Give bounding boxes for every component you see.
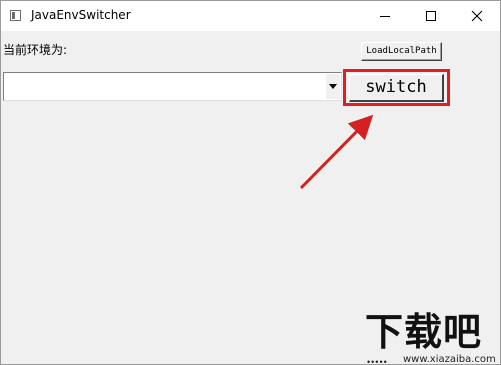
- watermark-dots: •••••: [367, 357, 388, 365]
- title-bar[interactable]: JavaEnvSwitcher: [1, 1, 500, 31]
- minimize-button[interactable]: [362, 1, 408, 31]
- watermark-url: www.xiazaiba.com: [403, 354, 496, 365]
- close-icon: [471, 10, 483, 22]
- app-icon: [10, 10, 21, 21]
- main-panel: 当前环境为: LoadLocalPath switch 下载吧 ••••• ww…: [1, 31, 500, 364]
- app-window: JavaEnvSwitcher 当前环境为: LoadLocalPath swi…: [0, 0, 501, 365]
- watermark-logo: 下载吧 ••••• www.xiazaiba.com: [359, 310, 499, 364]
- window-title: JavaEnvSwitcher: [31, 8, 131, 22]
- watermark-text: 下载吧: [365, 310, 483, 354]
- maximize-button[interactable]: [408, 1, 454, 31]
- close-button[interactable]: [454, 1, 500, 31]
